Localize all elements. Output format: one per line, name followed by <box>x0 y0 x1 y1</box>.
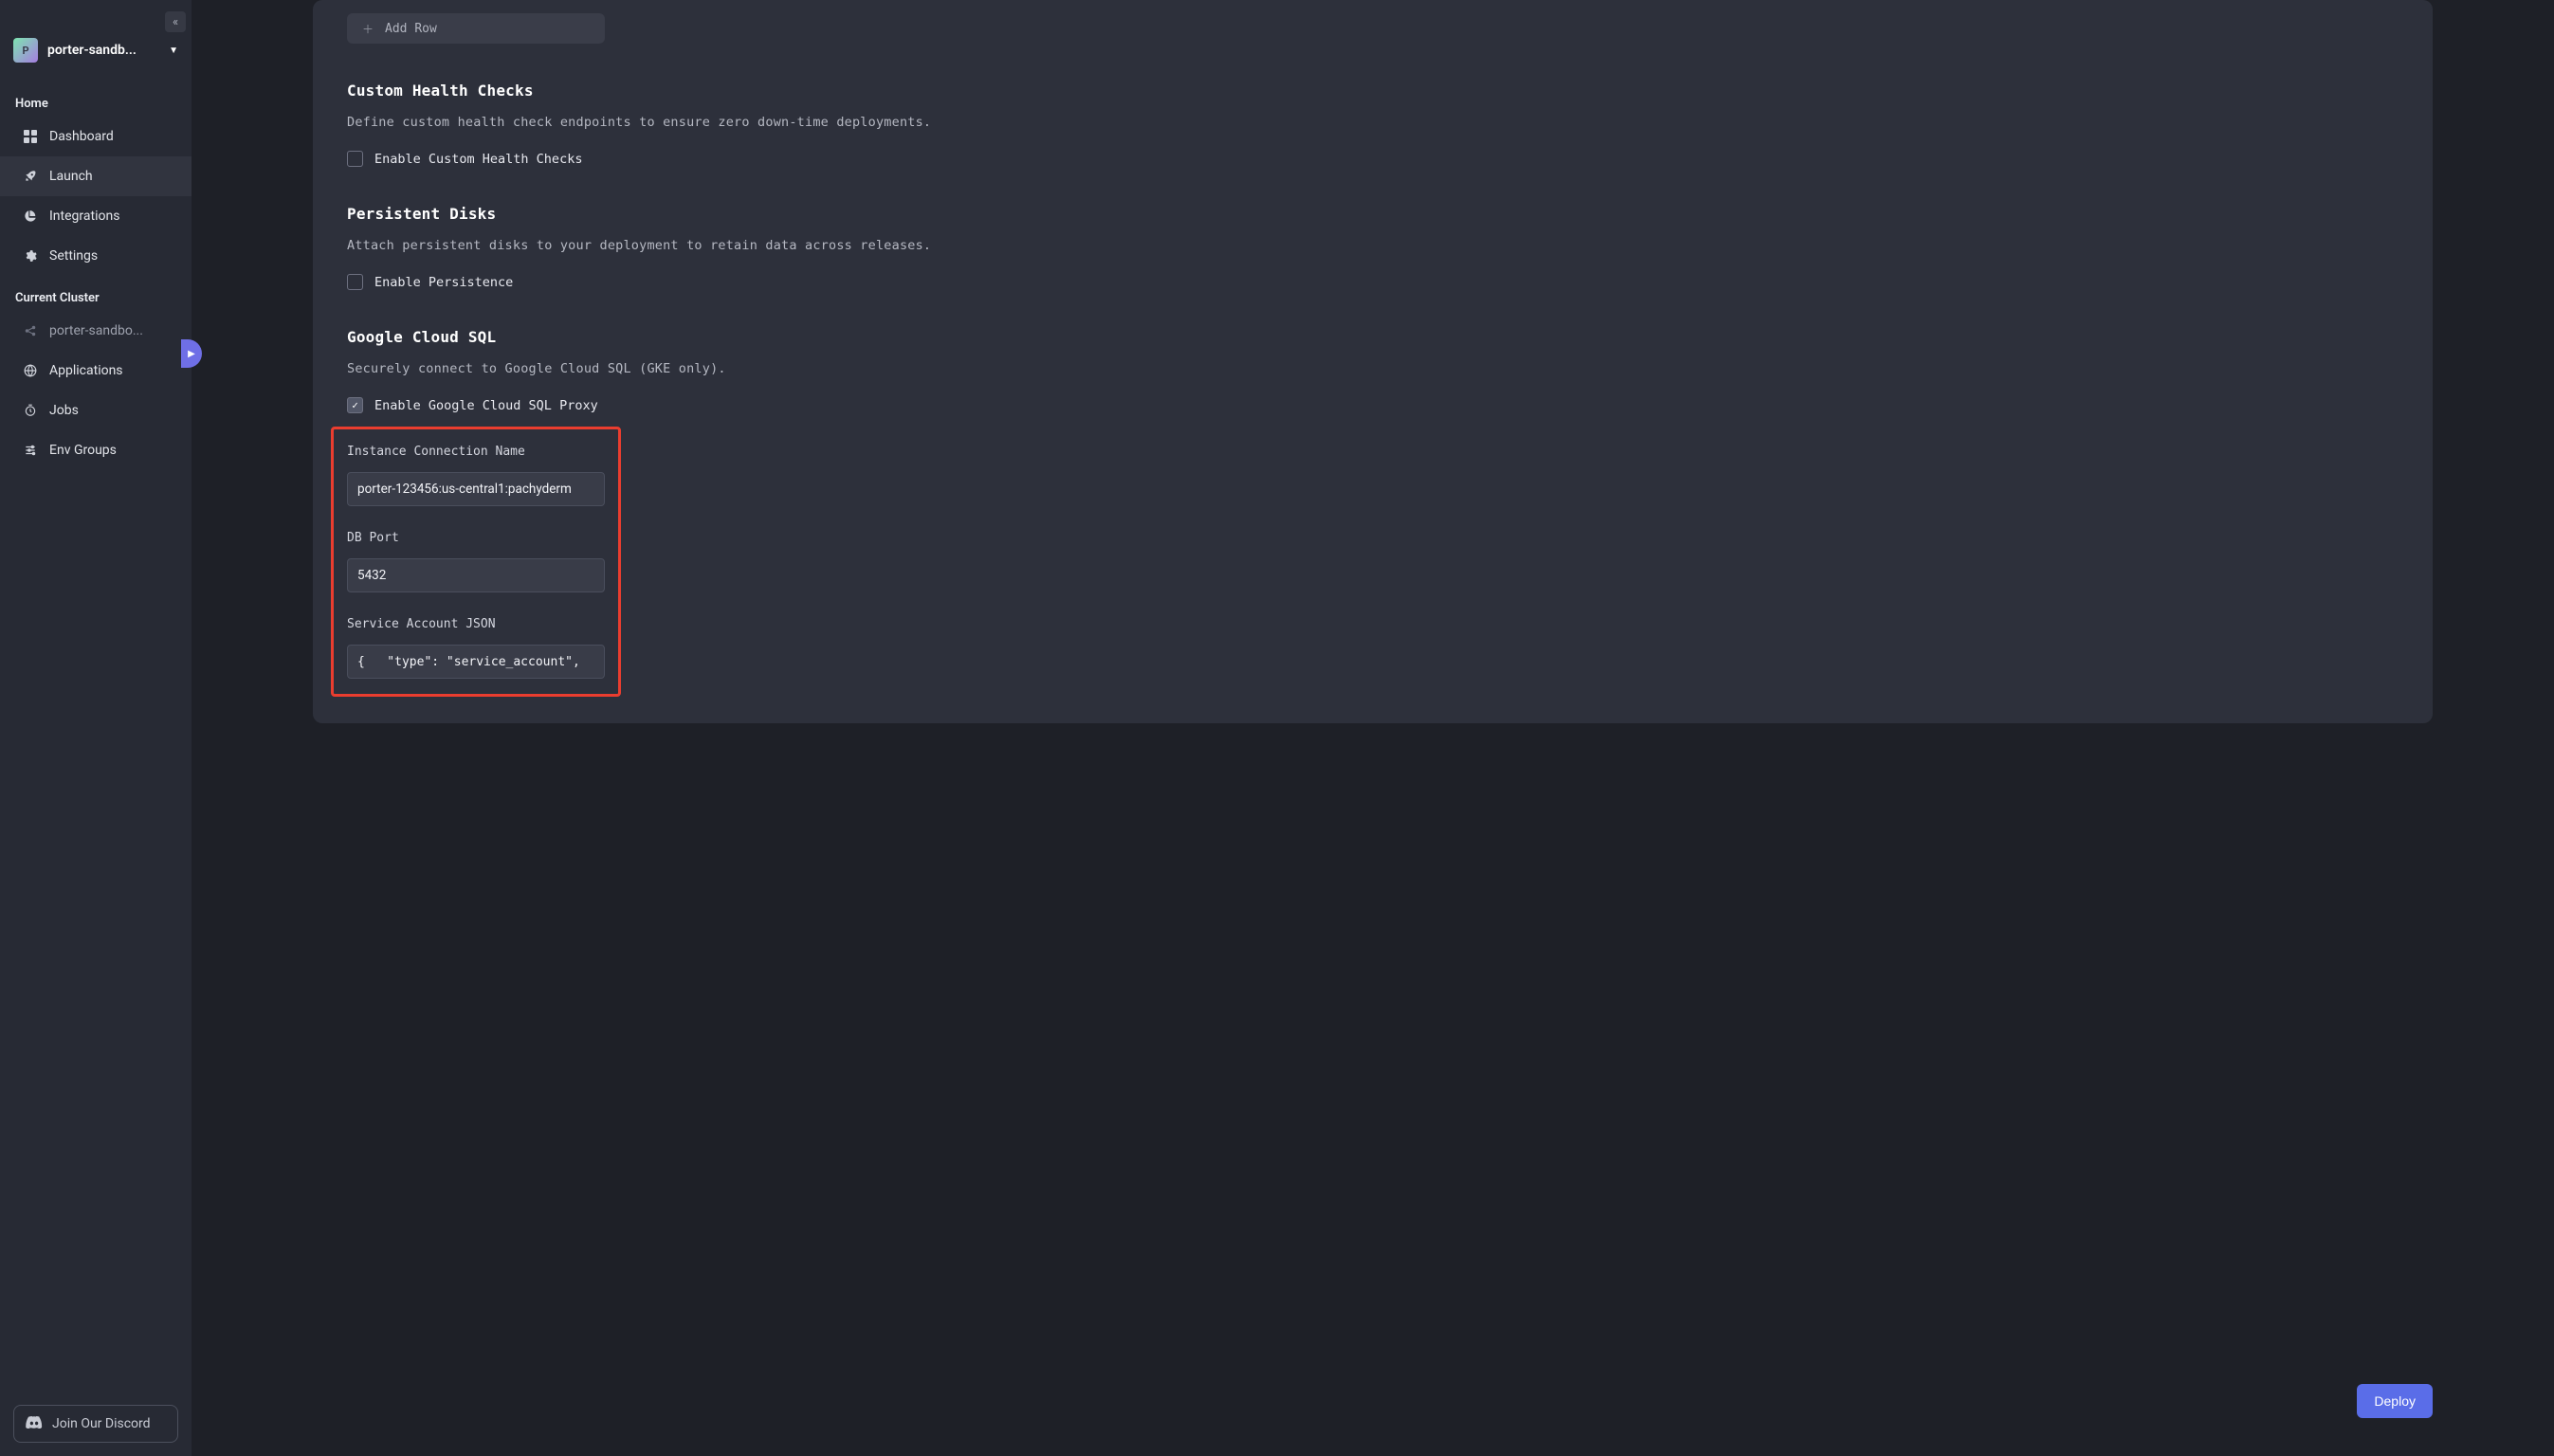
highlight-sql-fields: Instance Connection Name DB Port Service… <box>331 427 621 697</box>
sidebar-item-label: Integrations <box>49 209 119 224</box>
deploy-button[interactable]: Deploy <box>2357 1384 2433 1418</box>
label-db-port: DB Port <box>347 531 605 545</box>
add-row-label: Add Row <box>385 22 437 36</box>
input-connection-name[interactable] <box>347 472 605 506</box>
checkbox-enable-health[interactable]: Enable Custom Health Checks <box>347 151 2399 167</box>
checkbox-icon <box>347 274 363 290</box>
sidebar-item-env-groups[interactable]: Env Groups <box>0 430 192 470</box>
checkbox-icon: ✓ <box>347 397 363 413</box>
project-avatar: P <box>13 38 38 63</box>
section-title-sql: Google Cloud SQL <box>347 328 2399 346</box>
nav-section-home-label: Home <box>0 91 192 117</box>
grid-icon <box>23 129 38 144</box>
rocket-icon <box>23 169 38 184</box>
chevron-double-left-icon: « <box>173 15 178 29</box>
gear-icon <box>23 248 38 264</box>
section-title-health: Custom Health Checks <box>347 82 2399 100</box>
sidebar-item-label: Env Groups <box>49 443 117 458</box>
sidebar-item-label: Settings <box>49 248 98 264</box>
sidebar-item-integrations[interactable]: Integrations <box>0 196 192 236</box>
project-name: porter-sandb... <box>47 43 159 58</box>
globe-icon <box>23 363 38 378</box>
checkbox-label: Enable Persistence <box>374 275 513 290</box>
sliders-icon <box>23 443 38 458</box>
checkbox-enable-sql-proxy[interactable]: ✓ Enable Google Cloud SQL Proxy <box>347 397 2399 413</box>
section-desc-sql: Securely connect to Google Cloud SQL (GK… <box>347 361 2399 376</box>
sidebar-item-settings[interactable]: Settings <box>0 236 192 276</box>
pie-icon <box>23 209 38 224</box>
checkbox-enable-persistence[interactable]: Enable Persistence <box>347 274 2399 290</box>
sidebar-item-dashboard[interactable]: Dashboard <box>0 117 192 156</box>
sidebar-item-applications[interactable]: Applications <box>0 351 192 391</box>
label-service-account-json: Service Account JSON <box>347 617 605 631</box>
add-row-button[interactable]: ＋ Add Row <box>347 13 605 44</box>
main-content: ＋ Add Row Custom Health Checks Define cu… <box>192 0 2554 1456</box>
cluster-name: porter-sandbo... <box>49 323 143 338</box>
sidebar-item-label: Applications <box>49 363 123 378</box>
sidebar: « P porter-sandb... ▼ Home Dashboard Lau… <box>0 0 192 1456</box>
sidebar-cluster-selector[interactable]: porter-sandbo... <box>0 311 192 351</box>
sidebar-item-label: Launch <box>49 169 93 184</box>
plus-icon: ＋ <box>362 21 374 37</box>
discord-button-label: Join Our Discord <box>52 1416 151 1431</box>
chevron-right-icon: ▶ <box>188 349 195 359</box>
label-connection-name: Instance Connection Name <box>347 445 605 459</box>
checkbox-icon <box>347 151 363 167</box>
input-db-port[interactable] <box>347 558 605 592</box>
share-icon <box>23 323 38 338</box>
checkbox-label: Enable Google Cloud SQL Proxy <box>374 398 598 413</box>
input-service-account-json[interactable] <box>347 645 605 679</box>
section-desc-disks: Attach persistent disks to your deployme… <box>347 238 2399 253</box>
chevron-down-icon: ▼ <box>169 46 178 56</box>
section-title-disks: Persistent Disks <box>347 205 2399 223</box>
nav-section-cluster-label: Current Cluster <box>0 285 192 311</box>
settings-panel: ＋ Add Row Custom Health Checks Define cu… <box>313 0 2433 723</box>
deploy-bar: Deploy <box>192 1365 2554 1456</box>
checkbox-label: Enable Custom Health Checks <box>374 152 582 167</box>
timer-icon <box>23 403 38 418</box>
sidebar-item-label: Dashboard <box>49 129 114 144</box>
project-selector[interactable]: P porter-sandb... ▼ <box>13 38 178 63</box>
discord-icon <box>26 1415 43 1432</box>
join-discord-button[interactable]: Join Our Discord <box>13 1405 178 1443</box>
section-desc-health: Define custom health check endpoints to … <box>347 115 2399 130</box>
collapse-sidebar-button[interactable]: « <box>165 11 186 32</box>
sidebar-item-launch[interactable]: Launch <box>0 156 192 196</box>
sidebar-item-jobs[interactable]: Jobs <box>0 391 192 430</box>
sidebar-item-label: Jobs <box>49 403 79 418</box>
